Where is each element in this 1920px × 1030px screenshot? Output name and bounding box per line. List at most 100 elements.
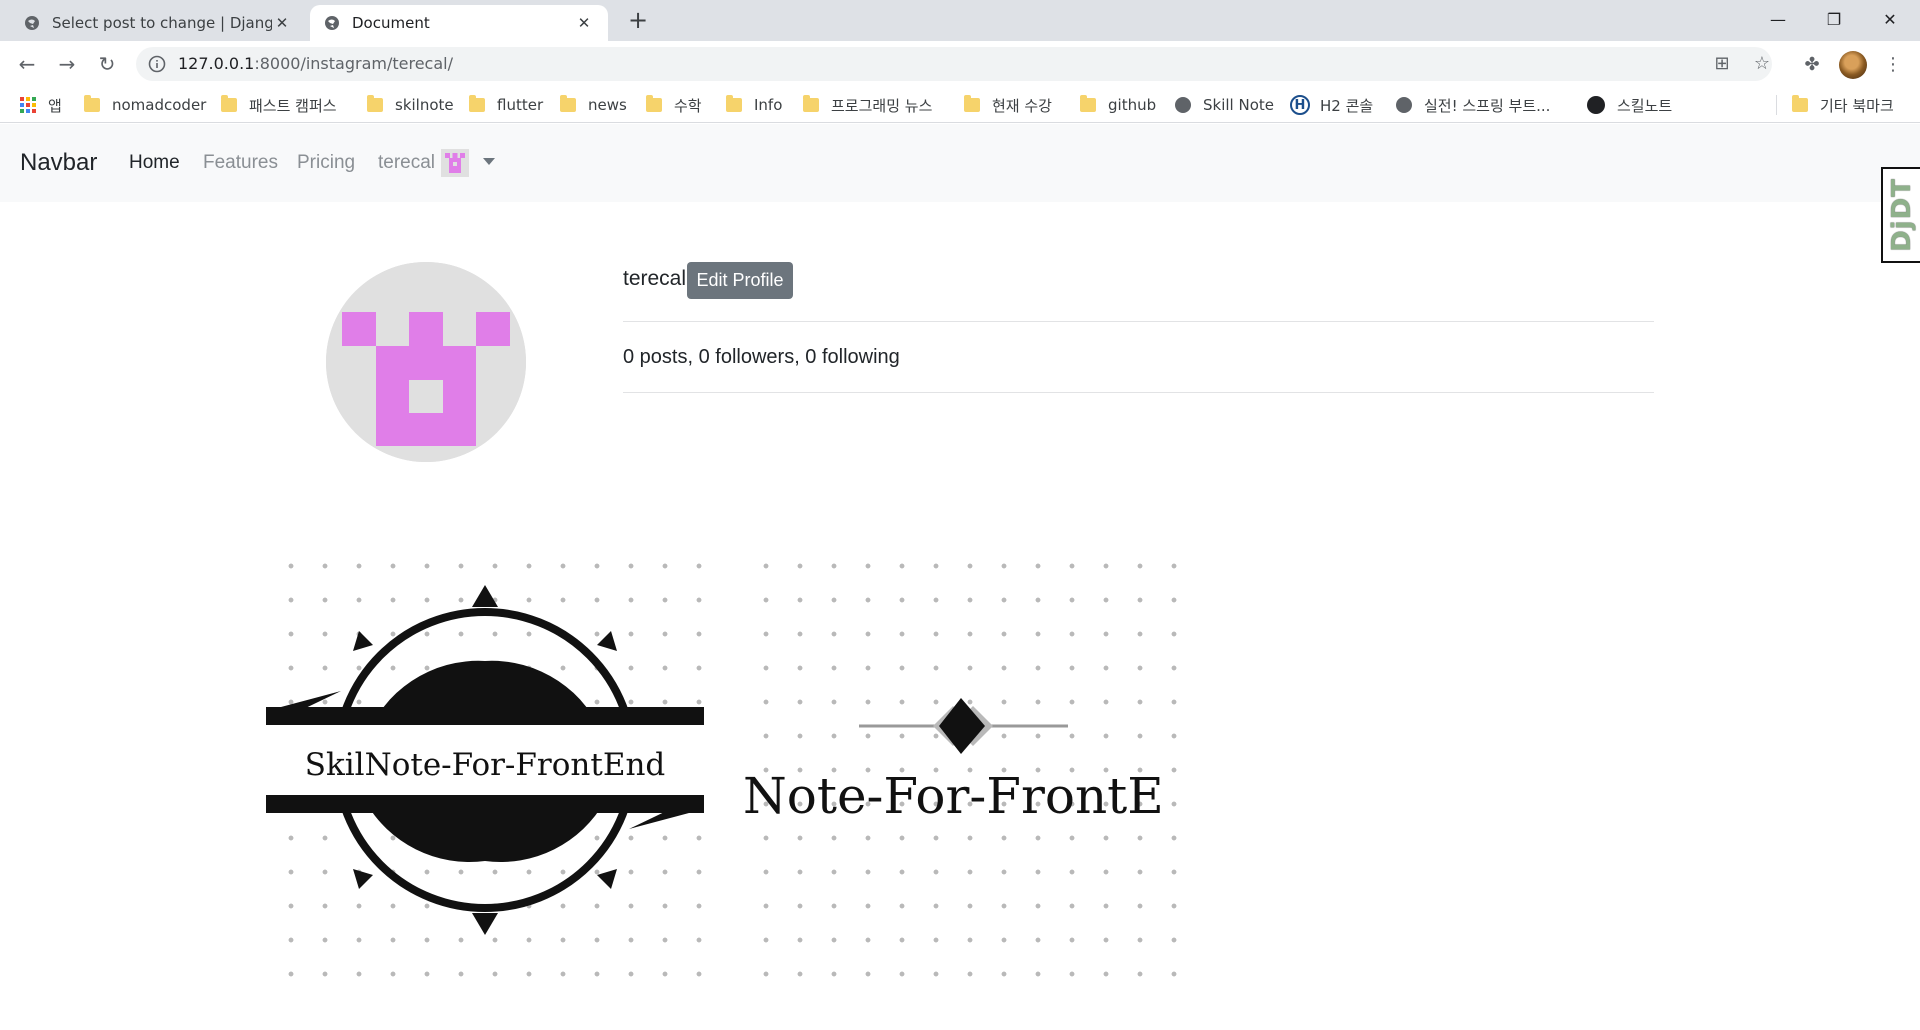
post-caption: SkilNote-For-FrontEnd [305,747,666,783]
folder-icon [1792,95,1808,112]
folder-icon [221,95,237,112]
folder-icon [560,95,576,112]
chevron-down-icon [483,157,496,165]
bookmark-label: news [588,96,627,114]
folder-icon [1080,95,1096,112]
bookmark-label: 프로그래밍 뉴스 [831,96,933,115]
bookmark-h2-console[interactable]: H H2 콘솔 [1290,87,1373,123]
bookmark-label: 실전! 스프링 부트... [1424,96,1551,115]
close-icon[interactable]: ✕ [574,14,594,32]
bookmark-label: 앱 [48,96,62,115]
back-icon[interactable]: ← [10,47,44,81]
reload-icon[interactable]: ↻ [90,47,124,81]
nav-link-home[interactable]: Home [129,124,180,202]
bookmark-apps[interactable]: 앱 [20,87,62,123]
nav-link-pricing[interactable]: Pricing [297,124,355,202]
folder-icon [964,95,980,112]
bookmark-label: 수학 [674,96,702,115]
bookmark-label: 스킬노트 [1617,96,1673,115]
bookmark-github[interactable]: github [1080,87,1156,123]
bookmark-label: nomadcoder [112,96,207,114]
bookmark-current-course[interactable]: 현재 수강 [964,87,1052,123]
user-avatar-icon [441,149,470,177]
bookmark-spring-boot[interactable]: 실전! 스프링 부트... [1396,87,1550,123]
tab-django-admin[interactable]: Select post to change | Django ✕ [10,5,306,41]
bookmark-label: 패스트 캠퍼스 [249,96,337,115]
nav-link-features[interactable]: Features [203,124,278,202]
bookmark-label: 현재 수강 [992,96,1052,115]
tab-title: Select post to change | Django [52,14,272,32]
globe-icon [1396,97,1412,113]
bookmark-skill-note[interactable]: Skill Note [1175,87,1274,123]
bookmark-other[interactable]: 기타 북마크 [1792,87,1894,123]
folder-icon [646,95,662,112]
globe-icon [25,16,39,30]
info-icon[interactable] [148,55,166,73]
edit-profile-button[interactable]: Edit Profile [687,262,793,299]
djdt-label: DjDT [1886,178,1917,252]
tab-strip: Select post to change | Django ✕ Documen… [0,0,1920,41]
bookmark-flutter[interactable]: flutter [469,87,543,123]
profile-username: terecal [623,267,687,290]
globe-icon [325,16,339,30]
bookmark-label: H2 콘솔 [1320,96,1374,115]
menu-icon[interactable]: ⋮ [1880,51,1906,77]
folder-icon [469,95,485,112]
h2-icon: H [1290,95,1310,115]
site-navbar: Navbar Home Features Pricing terecal [0,124,1920,202]
github-icon [1587,96,1605,114]
bookmarks-bar: 앱 nomadcoder 패스트 캠퍼스 skilnote flutter ne… [0,87,1920,123]
apps-icon [20,97,36,113]
url-text: 127.0.0.1:8000/instagram/terecal/ [178,47,453,81]
profile-avatar-icon[interactable] [1839,51,1867,79]
bookmark-label: skilnote [395,96,454,114]
post-image: Note-For-FrontE [743,698,1164,825]
forward-icon[interactable]: → [50,47,84,81]
bookmark-label: 기타 북마크 [1820,96,1894,115]
address-bar[interactable]: 127.0.0.1:8000/instagram/terecal/ ⊞ ☆ [136,47,1772,81]
bookmark-info[interactable]: Info [726,87,782,123]
extensions-icon[interactable]: ✤ [1799,51,1825,77]
url-host: 127.0.0.1 [178,54,255,73]
bookmark-star-icon[interactable]: ☆ [1752,54,1772,74]
user-dropdown[interactable]: terecal [378,124,496,202]
new-tab-button[interactable]: + [624,6,652,34]
post-thumbnail[interactable]: SkilNote-For-FrontEnd [266,541,704,979]
bookmark-fastcampus[interactable]: 패스트 캠퍼스 [221,87,337,123]
translate-icon[interactable]: ⊞ [1712,54,1732,74]
profile-avatar [326,262,526,462]
bookmark-skillnote-github[interactable]: 스킬노트 [1587,87,1672,123]
profile-stats: 0 posts, 0 followers, 0 following [623,346,900,368]
minimize-icon[interactable]: — [1750,0,1806,38]
folder-icon [84,95,100,112]
bookmark-skilnote[interactable]: skilnote [367,87,454,123]
post-image: SkilNote-For-FrontEnd [266,585,704,935]
bookmark-programming-news[interactable]: 프로그래밍 뉴스 [803,87,932,123]
tab-document[interactable]: Document ✕ [310,5,608,41]
url-path: :8000/instagram/terecal/ [254,54,453,73]
tab-title: Document [352,14,430,32]
folder-icon [803,95,819,112]
bookmark-news[interactable]: news [560,87,627,123]
post-caption: Note-For-FrontE [743,767,1164,825]
browser-toolbar: ← → ↻ 127.0.0.1:8000/instagram/terecal/ … [0,41,1920,87]
post-thumbnail[interactable]: Note-For-FrontE [741,541,1179,979]
close-window-icon[interactable]: ✕ [1862,0,1918,38]
bookmark-math[interactable]: 수학 [646,87,702,123]
bookmark-label: Skill Note [1203,96,1274,114]
globe-icon [1175,97,1191,113]
bookmark-label: github [1108,96,1157,114]
restore-icon[interactable]: ❐ [1806,0,1862,38]
bookmark-nomadcoder[interactable]: nomadcoder [84,87,206,123]
bookmark-label: Info [754,96,783,114]
divider [623,321,1654,322]
divider [623,392,1654,393]
bookmark-label: flutter [497,96,544,114]
navbar-brand[interactable]: Navbar [20,124,97,202]
folder-icon [726,95,742,112]
close-icon[interactable]: ✕ [272,14,292,32]
bookmark-separator [1776,95,1777,115]
django-debug-toolbar-handle[interactable]: DjDT [1881,167,1920,263]
folder-icon [367,95,383,112]
nav-username: terecal [378,152,436,173]
